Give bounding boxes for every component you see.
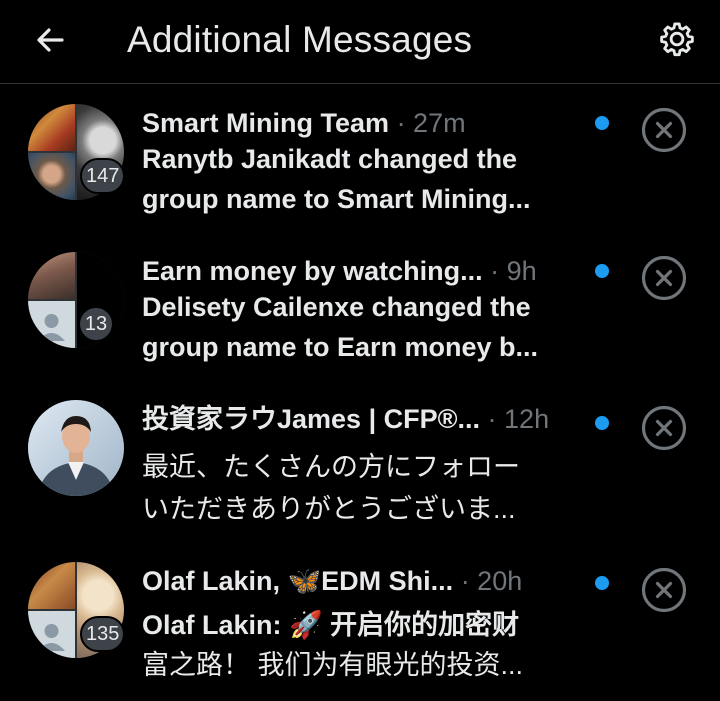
- unread-indicator: [595, 264, 609, 278]
- timestamp: · 20h: [460, 566, 523, 596]
- page-title: Additional Messages: [127, 19, 473, 60]
- close-circle-icon: [641, 567, 687, 613]
- conversation-header: Smart Mining Team · 27m: [142, 106, 466, 140]
- dismiss-button[interactable]: [640, 254, 688, 302]
- dismiss-button[interactable]: [640, 566, 688, 614]
- avatar-photo: [28, 104, 75, 151]
- conversation-header: Olaf Lakin, 🦋EDM Shi... · 20h: [142, 564, 522, 598]
- gear-icon: [660, 22, 694, 57]
- unread-indicator: [595, 416, 609, 430]
- close-circle-icon: [641, 405, 687, 451]
- close-circle-icon: [641, 255, 687, 301]
- person-icon: [38, 624, 65, 651]
- timestamp: · 12h: [487, 404, 550, 434]
- member-count-badge: 147: [80, 158, 126, 194]
- conversation-name: 投資家ラウJames | CFP®...: [142, 404, 481, 434]
- message-preview-line: Olaf Lakin: 🚀 开启你的加密财: [142, 610, 520, 640]
- message-preview-line: Delisety Cailenxe changed the: [142, 292, 531, 322]
- conversation-name: Olaf Lakin, 🦋EDM Shi...: [142, 566, 454, 596]
- user-avatar: [28, 400, 124, 496]
- avatar-photo: [28, 562, 75, 609]
- default-avatar: [28, 611, 75, 658]
- back-button[interactable]: [28, 18, 72, 62]
- message-preview-line: group name to Smart Mining...: [142, 184, 531, 214]
- default-avatar: [28, 301, 75, 348]
- avatar-photo: [28, 252, 75, 299]
- timestamp: · 9h: [490, 256, 537, 286]
- close-circle-icon: [641, 107, 687, 153]
- conversation-name: Earn money by watching...: [142, 256, 483, 286]
- dismiss-button[interactable]: [640, 404, 688, 452]
- person-icon: [38, 314, 65, 341]
- message-preview-line: Ranytb Janikadt changed the: [142, 144, 518, 174]
- settings-button[interactable]: [654, 16, 700, 62]
- dismiss-button[interactable]: [640, 106, 688, 154]
- member-count-badge: 13: [78, 306, 114, 342]
- conversation-row[interactable]: 13 Earn money by watching... · 9h Delise…: [0, 240, 720, 388]
- message-preview-line: 最近、たくさんの方にフォロー: [142, 452, 520, 482]
- arrow-left-icon: [37, 28, 64, 52]
- unread-indicator: [595, 576, 609, 590]
- timestamp: · 27m: [396, 108, 466, 138]
- profile-photo: [28, 400, 124, 496]
- conversation-name: Smart Mining Team: [142, 108, 390, 138]
- conversation-row[interactable]: 投資家ラウJames | CFP®... · 12h 最近、たくさんの方にフォロ…: [0, 388, 720, 536]
- avatar-photo: [28, 153, 75, 200]
- conversation-header: 投資家ラウJames | CFP®... · 12h: [142, 402, 549, 436]
- conversation-header: Earn money by watching... · 9h: [142, 254, 537, 288]
- message-preview-line: いただきありがとうございま...: [142, 494, 516, 524]
- message-preview-line: 富之路！ 我们为有眼光的投资...: [142, 650, 524, 680]
- unread-indicator: [595, 116, 609, 130]
- conversation-row[interactable]: 147 Smart Mining Team · 27m Ranytb Janik…: [0, 92, 720, 240]
- member-count-badge: 135: [80, 616, 126, 652]
- message-preview-line: group name to Earn money b...: [142, 332, 539, 362]
- conversation-row[interactable]: 135 Olaf Lakin, 🦋EDM Shi... · 20h Olaf L…: [0, 550, 720, 698]
- header-bar: Additional Messages: [0, 0, 720, 84]
